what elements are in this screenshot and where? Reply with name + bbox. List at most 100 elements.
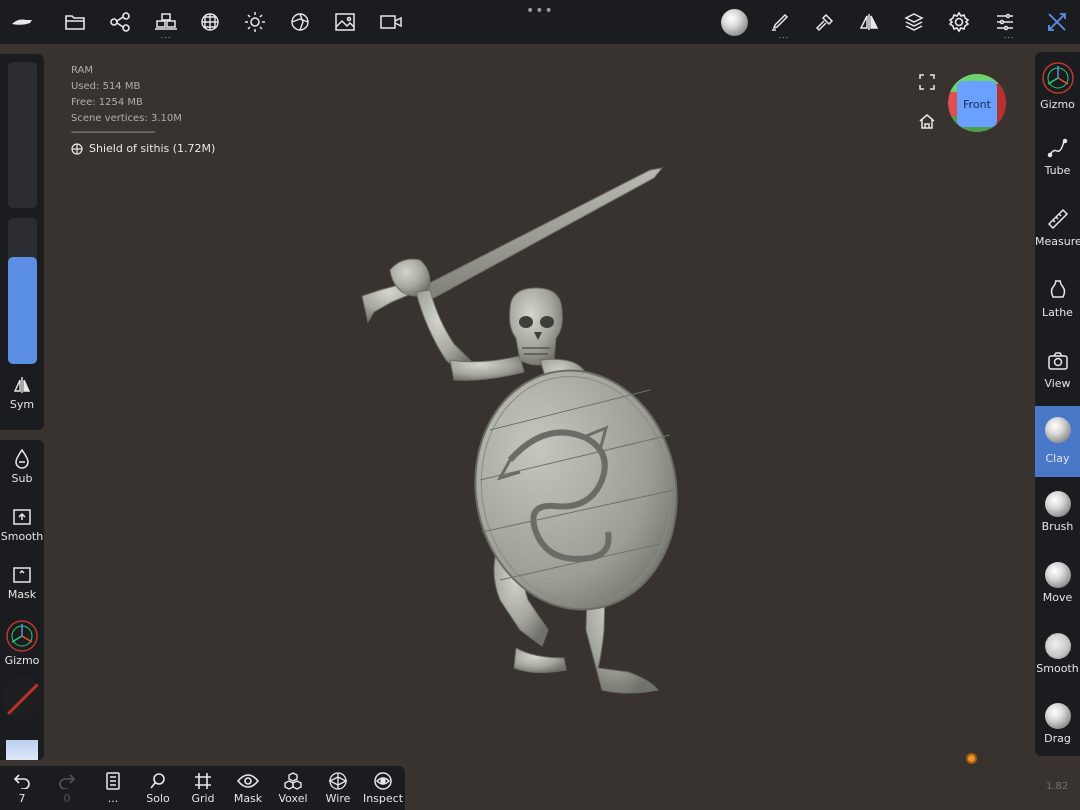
primitives-more-dots: ... — [160, 31, 172, 40]
undo-icon — [0, 770, 44, 792]
right-gizmo-label: Gizmo — [1040, 98, 1075, 111]
mask-visibility-button[interactable]: Mask — [226, 770, 270, 805]
layers-icon[interactable] — [902, 10, 926, 34]
sub-tool[interactable]: Sub — [0, 446, 44, 485]
view-cube-front-face[interactable]: Front — [957, 81, 997, 127]
light-icon[interactable] — [243, 10, 267, 34]
app-version: 1.82 — [1046, 781, 1069, 792]
home-icon[interactable] — [918, 112, 938, 132]
clay-tool[interactable]: Clay — [1035, 406, 1080, 477]
drag-tool[interactable]: Drag — [1035, 700, 1080, 756]
left-tool-panel: Sub Smooth Mask Gizmo — [0, 440, 44, 760]
sym-label: Sym — [9, 398, 35, 411]
symmetry-icon — [0, 372, 44, 398]
radius-slider[interactable] — [8, 62, 37, 208]
view-tool[interactable]: View — [1035, 345, 1080, 401]
smooth-tool[interactable]: Smooth — [0, 504, 44, 543]
sliders-more-dots: ... — [1003, 31, 1015, 40]
viewport-model[interactable] — [350, 160, 750, 720]
camera-snapshot-icon — [1035, 345, 1080, 377]
mesh-name: Shield of sithis (1.72M) — [89, 142, 216, 155]
symmetry-icon[interactable] — [857, 10, 881, 34]
wire-label: Wire — [325, 792, 351, 805]
move-label: Move — [1042, 591, 1073, 604]
eye-icon — [226, 770, 270, 792]
paint-more-dots: ... — [778, 31, 790, 40]
scene-info-overlay: RAM Used: 514 MB Free: 1254 MB Scene ver… — [71, 63, 215, 157]
inspect-button[interactable]: Inspect — [361, 770, 405, 805]
brush-tool[interactable]: Brush — [1035, 488, 1080, 544]
material-swatch[interactable] — [6, 740, 38, 760]
settings-icon[interactable] — [947, 10, 971, 34]
move-sphere-icon — [1035, 559, 1080, 591]
matcap-icon[interactable] — [720, 8, 748, 36]
shading-icon[interactable] — [288, 10, 312, 34]
left-slider-panel: Sym — [0, 54, 44, 430]
material-sphere-icon[interactable] — [198, 10, 222, 34]
mask-tool[interactable]: Mask — [0, 562, 44, 601]
grid-icon — [181, 770, 225, 792]
undo-button[interactable]: 7 — [0, 770, 44, 805]
sym-toggle[interactable]: Sym — [0, 372, 44, 411]
nomad-logo-icon[interactable] — [10, 10, 34, 34]
camera-icon[interactable] — [379, 10, 403, 34]
notes-more: ... — [107, 792, 119, 805]
color-swatch[interactable] — [2, 676, 42, 720]
fullscreen-icon[interactable] — [918, 73, 938, 93]
inspect-label: Inspect — [362, 792, 404, 805]
lathe-label: Lathe — [1042, 306, 1073, 319]
hammer-icon[interactable] — [813, 10, 837, 34]
voxel-cubes-icon — [271, 770, 315, 792]
solo-button[interactable]: Solo — [136, 770, 180, 805]
ram-used: Used: 514 MB — [71, 81, 141, 92]
view-label: View — [1044, 377, 1071, 390]
bottom-toolbar: 7 0 ... Solo Grid Mask Voxel Wire Inspec… — [0, 766, 405, 810]
smooth-brush-tool[interactable]: Smooth — [1035, 630, 1080, 686]
ruler-icon — [1035, 203, 1080, 235]
right-tool-panel: Gizmo Tube Measure Lathe View Clay Brush… — [1035, 52, 1080, 756]
magnifier-icon — [136, 770, 180, 792]
redo-button[interactable]: 0 — [45, 770, 89, 805]
solo-label: Solo — [146, 792, 170, 805]
background-image-icon[interactable] — [333, 10, 357, 34]
ram-free: Free: 1254 MB — [71, 97, 143, 108]
top-handle-dots[interactable]: ••• — [526, 3, 554, 19]
wireframe-sphere-icon — [316, 770, 360, 792]
grid-label: Grid — [191, 792, 215, 805]
measure-tool[interactable]: Measure — [1035, 203, 1080, 259]
drag-sphere-icon — [1035, 700, 1080, 732]
mask-label: Mask — [7, 588, 37, 601]
undo-count: 7 — [18, 792, 26, 805]
view-cube[interactable]: Front — [948, 74, 1006, 132]
mask-box-icon — [0, 562, 44, 588]
intensity-slider-fill — [8, 257, 37, 364]
vase-icon — [1035, 274, 1080, 306]
intensity-slider[interactable] — [8, 218, 37, 364]
gizmo-tool[interactable]: Gizmo — [0, 618, 44, 667]
voxel-button[interactable]: Voxel — [271, 770, 315, 805]
clay-label: Clay — [1045, 452, 1070, 465]
voxel-label: Voxel — [278, 792, 308, 805]
gizmo-label: Gizmo — [4, 654, 40, 667]
tools-icon[interactable] — [1045, 10, 1069, 34]
mesh-entry[interactable]: Shield of sithis (1.72M) — [71, 141, 215, 157]
grid-button[interactable]: Grid — [181, 770, 225, 805]
info-divider: -------------------------------- — [71, 127, 155, 138]
pivot-indicator[interactable] — [966, 753, 977, 764]
clay-sphere-icon — [1035, 414, 1080, 446]
lathe-tool[interactable]: Lathe — [1035, 274, 1080, 330]
brush-label: Brush — [1041, 520, 1074, 533]
right-gizmo-tool[interactable]: Gizmo — [1035, 58, 1080, 118]
smooth-box-icon — [0, 504, 44, 530]
scene-tree-icon[interactable] — [108, 10, 132, 34]
ram-label: RAM — [71, 65, 94, 76]
move-tool[interactable]: Move — [1035, 559, 1080, 615]
smooth-sphere-icon — [1035, 630, 1080, 662]
smooth-brush-label: Smooth — [1036, 662, 1079, 675]
folder-icon[interactable] — [63, 10, 87, 34]
wire-button[interactable]: Wire — [316, 770, 360, 805]
tube-tool[interactable]: Tube — [1035, 132, 1080, 188]
inspect-eye-icon — [361, 770, 405, 792]
gizmo-icon — [0, 618, 44, 654]
notes-button[interactable]: ... — [91, 770, 135, 805]
